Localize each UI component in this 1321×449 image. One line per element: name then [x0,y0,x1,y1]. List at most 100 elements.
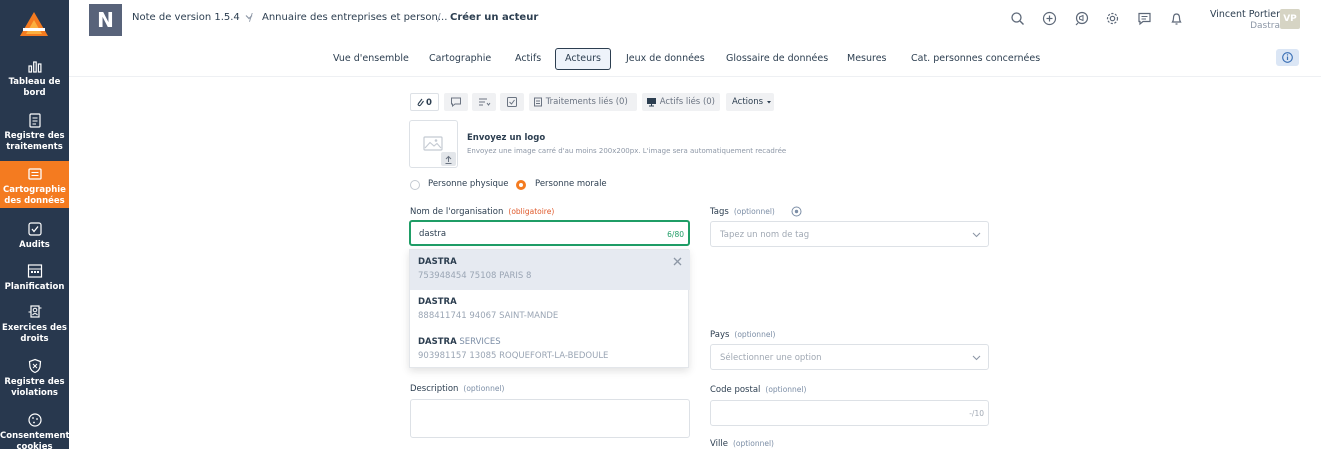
comments-button[interactable] [444,93,468,111]
search-icon[interactable] [1010,11,1025,26]
bar-chart-icon [27,61,41,73]
user-avatar[interactable]: VP [1280,9,1300,29]
attachments-count: 0 [426,98,432,108]
optional-marker: (optionnel) [733,207,775,216]
tags-select[interactable]: Tapez un nom de tag [710,221,989,247]
org-name-counter: 6/80 [667,230,684,239]
sidebar-item-label: Registre des violations [4,377,65,398]
optional-marker: (optionnel) [734,330,776,339]
org-avatar[interactable]: N [89,4,122,36]
sidebar-item-rights-exercises[interactable]: Exercices des droits [0,304,69,346]
user-rights-icon [28,305,41,318]
cookie-icon [27,413,42,427]
radio-legal-entity-label[interactable]: Personne morale [535,179,607,189]
postal-code-input[interactable]: -/10 [710,400,989,426]
tags-label: Tags (optionnel) [710,207,775,217]
suggestion-name: DASTRA [418,297,457,307]
logo-upload-box[interactable] [409,120,458,168]
bell-icon[interactable] [1169,11,1184,26]
city-label-text: Ville [710,439,728,449]
radio-legal-entity[interactable] [516,180,526,190]
sidebar-item-label: Cartographie des données [3,185,66,206]
help-icon[interactable] [791,206,802,217]
sidebar-item-label: Tableau de bord [8,77,61,98]
sidebar: Tableau de bord Registre des traitements… [0,0,70,449]
chevron-down-icon [972,232,981,238]
actions-dropdown[interactable]: Actions [726,93,774,111]
breadcrumb-directory[interactable]: Annuaire des entreprises et person... [262,12,447,23]
tab-mapping[interactable]: Cartographie [419,48,501,70]
description-textarea[interactable] [410,399,690,438]
chat-icon[interactable] [1137,11,1152,26]
tab-actors[interactable]: Acteurs [555,48,612,70]
info-button[interactable] [1276,49,1299,66]
linked-treatments-button[interactable]: Traitements liés (0) [529,93,637,111]
shield-icon [28,358,41,374]
clipboard-icon [28,113,41,128]
map-icon [27,168,42,180]
suggestion-item[interactable]: DASTRA 888411741 94067 SAINT-MANDE [410,290,690,330]
tags-placeholder: Tapez un nom de tag [720,230,810,240]
calendar-icon [27,264,42,278]
upload-icon [445,155,452,164]
suggestion-item[interactable]: DASTRA 753948454 75108 PARIS 8 [410,250,690,290]
sidebar-item-label: Audits [19,240,50,250]
sidebar-item-data-mapping[interactable]: Cartographie des données [0,161,69,208]
suggestion-name: DASTRA [418,257,457,267]
org-switcher[interactable]: Note de version 1.5.4 [132,12,253,23]
gear-icon[interactable] [1105,11,1120,26]
radio-physical-person[interactable] [410,180,420,190]
sidebar-item-dashboard[interactable]: Tableau de bord [0,58,69,102]
suggestion-name-rest: SERVICES [456,337,501,347]
section-tabs: Vue d'ensemble Cartographie Actifs Acteu… [69,40,1321,77]
user-org: Dastra [1250,21,1280,31]
org-name-label: Nom de l'organisation (obligatoire) [410,207,554,217]
logo-upload-title: Envoyez un logo [467,133,546,143]
sidebar-item-planning[interactable]: Planification [0,263,69,293]
tasks-button[interactable] [500,93,524,111]
list-icon [534,97,542,107]
suggestion-address: 903981157 13085 ROQUEFORT-LA-BEDOULE [418,351,609,361]
suggestion-item[interactable]: DASTRA SERVICES 903981157 13085 ROQUEFOR… [410,330,690,370]
sidebar-item-audits[interactable]: Audits [0,221,69,251]
tab-data-subjects[interactable]: Cat. personnes concernées [901,48,1050,70]
required-marker: (obligatoire) [508,207,555,216]
sort-list-icon [479,98,491,106]
comment-icon [451,97,461,108]
megaphone-icon[interactable] [1074,11,1089,26]
info-icon [1282,52,1293,63]
postal-code-counter: -/10 [969,409,984,418]
close-icon[interactable] [673,257,682,266]
attachments-button[interactable]: 0 [410,93,439,111]
tab-assets[interactable]: Actifs [505,48,551,70]
tab-measures[interactable]: Mesures [837,48,897,70]
country-select[interactable]: Sélectionner une option [710,344,989,370]
org-name-input[interactable]: dastra 6/80 [409,220,690,246]
add-circle-icon[interactable] [1042,11,1057,26]
tab-glossary[interactable]: Glossaire de données [716,48,838,70]
actions-label: Actions [732,97,764,107]
logo-upload-description: Envoyez une image carré d'au moins 200x2… [467,147,787,155]
sidebar-item-violations[interactable]: Registre des violations [0,358,69,400]
linked-treatments-label: Traitements liés (0) [545,97,628,107]
suggestion-name: DASTRA SERVICES [418,337,501,347]
optional-marker: (optionnel) [463,384,505,393]
sort-button[interactable] [472,93,496,111]
sidebar-item-cookie-consent[interactable]: Consentement cookies [0,412,70,449]
upload-button[interactable] [441,152,456,166]
suggestion-name-match: DASTRA [418,257,457,267]
dastra-logo-icon[interactable] [19,11,49,37]
postal-code-label-text: Code postal [710,385,761,395]
user-name[interactable]: Vincent Portier [1210,9,1280,20]
description-label: Description (optionnel) [410,384,504,394]
sidebar-item-treatments[interactable]: Registre des traitements [0,112,69,156]
sidebar-item-label: Exercices des droits [2,323,67,344]
tab-overview[interactable]: Vue d'ensemble [323,48,419,70]
suggestion-name-match: DASTRA [418,297,457,307]
checkbox-icon [27,222,42,236]
country-label-text: Pays [710,330,730,340]
tab-datasets[interactable]: Jeux de données [616,48,715,70]
radio-physical-person-label[interactable]: Personne physique [428,179,509,189]
linked-assets-button[interactable]: Actifs liés (0) [642,93,720,111]
sidebar-item-label: Registre des traitements [4,131,65,152]
